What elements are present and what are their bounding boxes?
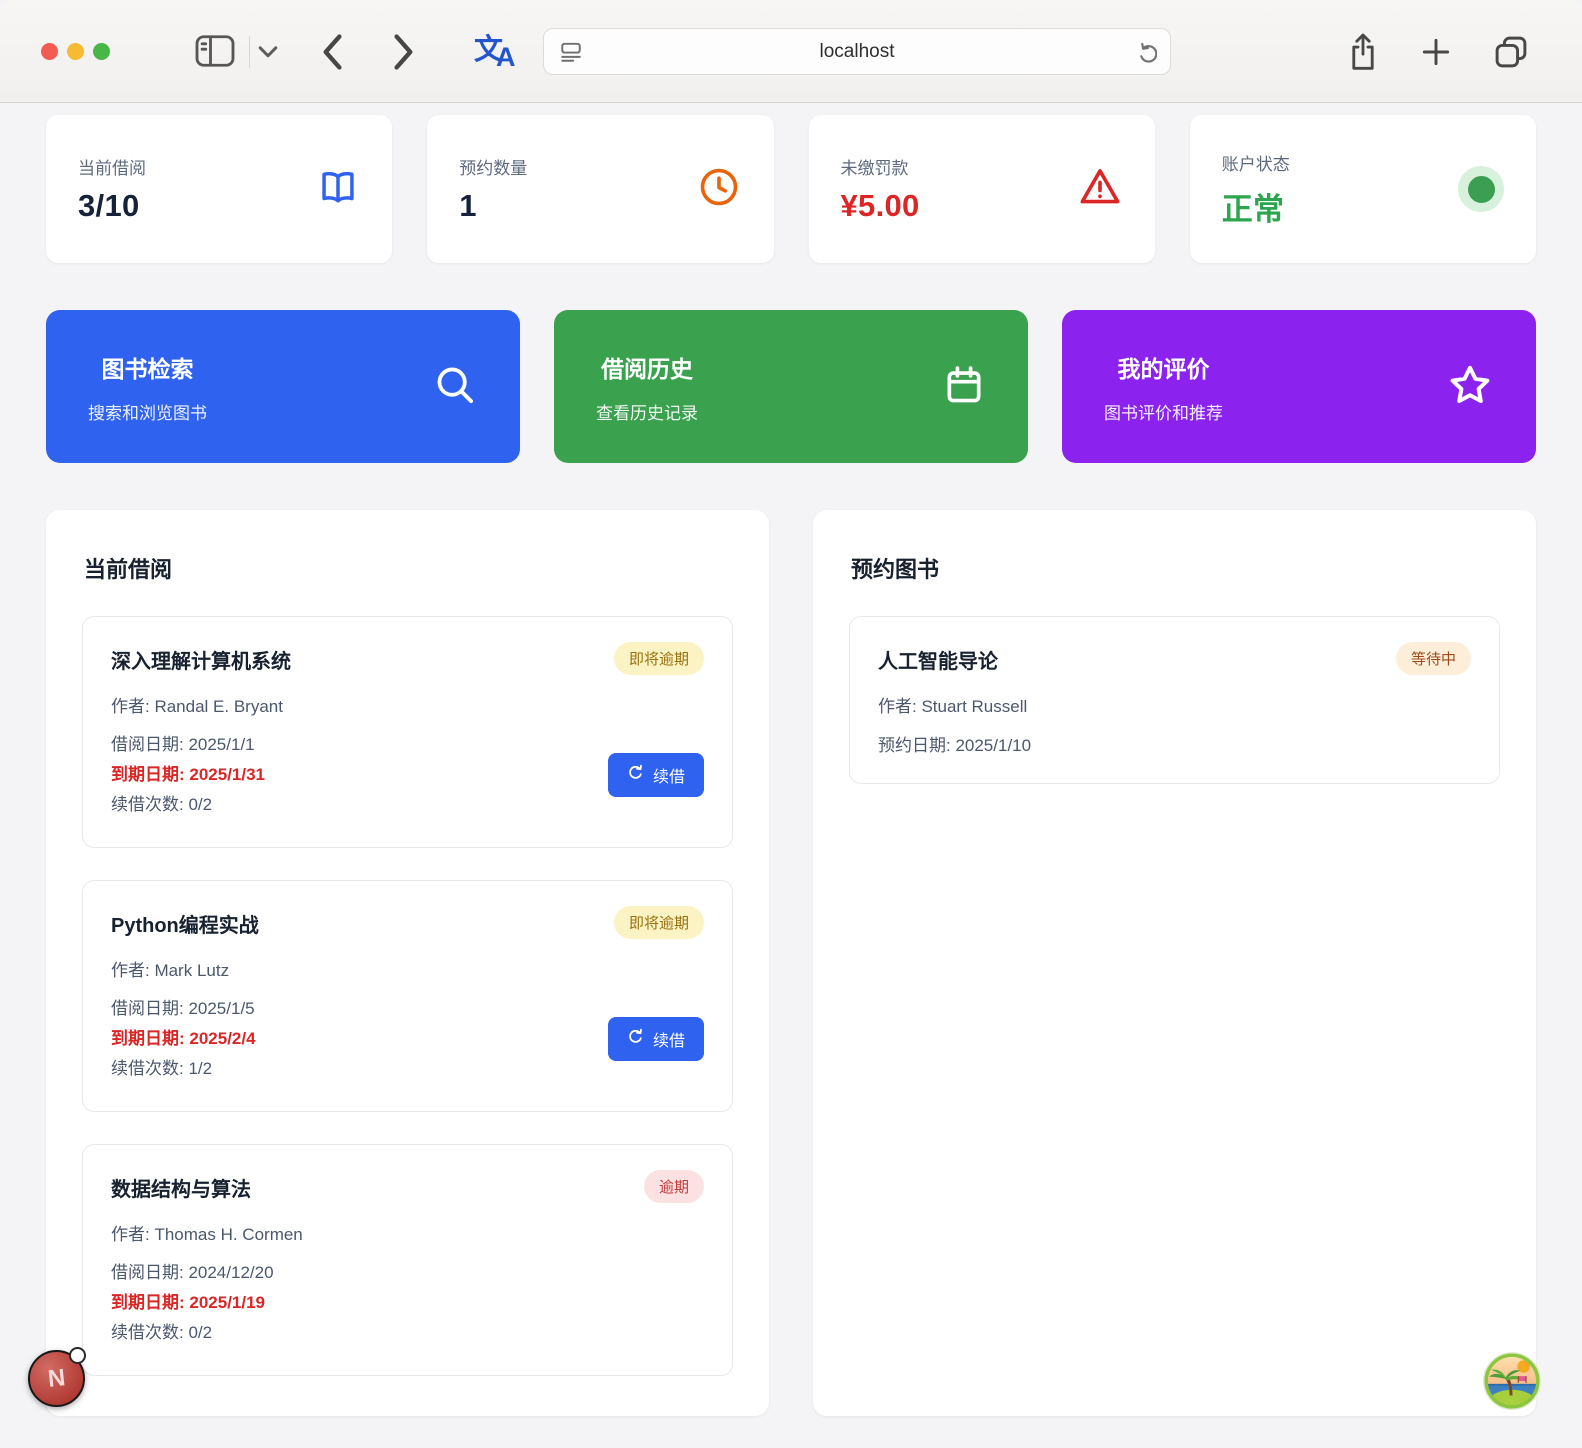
search-icon bbox=[432, 362, 478, 411]
action-title: 借阅历史 bbox=[596, 350, 698, 384]
book-author: 作者: Mark Lutz bbox=[111, 956, 704, 981]
badge-dot bbox=[69, 1347, 86, 1364]
calendar-icon bbox=[942, 363, 986, 410]
due-date: 到期日期: 2025/1/19 bbox=[111, 1288, 274, 1318]
status-dot-icon bbox=[1458, 166, 1504, 212]
borrow-date: 借阅日期: 2024/12/20 bbox=[111, 1258, 274, 1288]
reader-view-icon[interactable] bbox=[559, 40, 583, 69]
due-date: 到期日期: 2025/2/4 bbox=[111, 1024, 256, 1054]
main-panels: 当前借阅 深入理解计算机系统 即将逾期 作者: Randal E. Bryant… bbox=[46, 510, 1536, 1416]
panel-title: 预约图书 bbox=[851, 552, 1500, 584]
renew-button[interactable]: 续借 bbox=[608, 753, 704, 797]
chevron-down-icon[interactable] bbox=[258, 45, 278, 59]
renew-button[interactable]: 续借 bbox=[608, 1017, 704, 1061]
zoom-window-button[interactable] bbox=[93, 43, 110, 60]
share-icon[interactable] bbox=[1346, 30, 1380, 74]
status-badge: 即将逾期 bbox=[614, 906, 704, 939]
translate-icon[interactable]: 文A bbox=[474, 28, 524, 76]
book-title: 人工智能导论 bbox=[878, 642, 998, 674]
due-date: 到期日期: 2025/1/31 bbox=[111, 760, 265, 790]
action-title: 图书检索 bbox=[88, 350, 207, 384]
stat-value: 3/10 bbox=[78, 188, 146, 224]
window-controls bbox=[41, 43, 110, 60]
reserved-book-card: 人工智能导论 等待中 作者: Stuart Russell 预约日期: 2025… bbox=[849, 616, 1500, 784]
borrow-date: 借阅日期: 2025/1/5 bbox=[111, 994, 256, 1024]
page-content: 当前借阅 3/10 预约数量 1 bbox=[0, 103, 1582, 1416]
book-author: 作者: Randal E. Bryant bbox=[111, 692, 704, 717]
minimize-window-button[interactable] bbox=[67, 43, 84, 60]
stat-card-fines: 未缴罚款 ¥5.00 bbox=[809, 115, 1155, 263]
status-badge: 即将逾期 bbox=[614, 642, 704, 675]
browser-toolbar: 文A localhost bbox=[0, 0, 1582, 103]
clock-icon bbox=[696, 164, 742, 215]
reserve-date: 预约日期: 2025/1/10 bbox=[878, 731, 1471, 756]
stat-label: 账户状态 bbox=[1222, 150, 1290, 175]
status-badge: 逾期 bbox=[644, 1170, 704, 1203]
borrowed-book-card: Python编程实战 即将逾期 作者: Mark Lutz 借阅日期: 2025… bbox=[82, 880, 733, 1112]
action-title: 我的评价 bbox=[1104, 350, 1223, 384]
borrow-history-button[interactable]: 借阅历史 查看历史记录 bbox=[554, 310, 1028, 463]
refresh-icon bbox=[627, 1028, 644, 1050]
stat-label: 未缴罚款 bbox=[841, 154, 920, 179]
stat-value: 正常 bbox=[1222, 184, 1290, 229]
book-title: Python编程实战 bbox=[111, 906, 259, 938]
address-bar[interactable]: localhost bbox=[543, 28, 1171, 75]
notification-badge[interactable]: N bbox=[28, 1350, 85, 1407]
my-reviews-button[interactable]: 我的评价 图书评价和推荐 bbox=[1062, 310, 1536, 463]
stat-label: 当前借阅 bbox=[78, 154, 146, 179]
renew-count: 续借次数: 1/2 bbox=[111, 1054, 256, 1084]
book-author: 作者: Stuart Russell bbox=[878, 692, 1471, 717]
status-badge: 等待中 bbox=[1396, 642, 1471, 675]
borrow-date: 借阅日期: 2025/1/1 bbox=[111, 730, 265, 760]
panel-title: 当前借阅 bbox=[84, 552, 733, 584]
borrowed-book-card: 数据结构与算法 逾期 作者: Thomas H. Cormen 借阅日期: 20… bbox=[82, 1144, 733, 1376]
url-text: localhost bbox=[820, 41, 895, 63]
stat-label: 预约数量 bbox=[459, 154, 527, 179]
new-tab-icon[interactable] bbox=[1420, 36, 1452, 68]
book-open-icon bbox=[316, 165, 360, 214]
renew-count: 续借次数: 0/2 bbox=[111, 1318, 274, 1348]
sidebar-toggle-icon[interactable] bbox=[194, 33, 236, 69]
current-borrow-panel: 当前借阅 深入理解计算机系统 即将逾期 作者: Randal E. Bryant… bbox=[46, 510, 769, 1416]
tab-overview-icon[interactable] bbox=[1492, 33, 1530, 71]
stat-card-account-status: 账户状态 正常 bbox=[1190, 115, 1536, 263]
toolbar-divider bbox=[249, 36, 250, 68]
reload-icon[interactable] bbox=[1135, 42, 1157, 69]
action-subtitle: 图书评价和推荐 bbox=[1104, 399, 1223, 424]
book-search-button[interactable]: 图书检索 搜索和浏览图书 bbox=[46, 310, 520, 463]
borrowed-book-card: 深入理解计算机系统 即将逾期 作者: Randal E. Bryant 借阅日期… bbox=[82, 616, 733, 848]
forward-button[interactable] bbox=[390, 32, 416, 72]
book-title: 深入理解计算机系统 bbox=[111, 642, 291, 674]
stat-card-current-borrow: 当前借阅 3/10 bbox=[46, 115, 392, 263]
stat-card-reservations: 预约数量 1 bbox=[427, 115, 773, 263]
book-author: 作者: Thomas H. Cormen bbox=[111, 1220, 704, 1245]
stats-row: 当前借阅 3/10 预约数量 1 bbox=[46, 115, 1536, 263]
quick-actions-row: 图书检索 搜索和浏览图书 借阅历史 查看历史记录 bbox=[46, 310, 1536, 463]
refresh-icon bbox=[627, 764, 644, 786]
back-button[interactable] bbox=[320, 32, 346, 72]
star-icon bbox=[1446, 361, 1494, 412]
book-title: 数据结构与算法 bbox=[111, 1170, 251, 1202]
island-widget-icon[interactable] bbox=[1483, 1352, 1541, 1410]
stat-value: 1 bbox=[459, 188, 527, 224]
stat-value: ¥5.00 bbox=[841, 188, 920, 224]
action-subtitle: 查看历史记录 bbox=[596, 399, 698, 424]
action-subtitle: 搜索和浏览图书 bbox=[88, 399, 207, 424]
close-window-button[interactable] bbox=[41, 43, 58, 60]
warning-icon bbox=[1077, 164, 1123, 215]
reserved-books-panel: 预约图书 人工智能导论 等待中 作者: Stuart Russell 预约日期:… bbox=[813, 510, 1536, 1416]
renew-count: 续借次数: 0/2 bbox=[111, 790, 265, 820]
